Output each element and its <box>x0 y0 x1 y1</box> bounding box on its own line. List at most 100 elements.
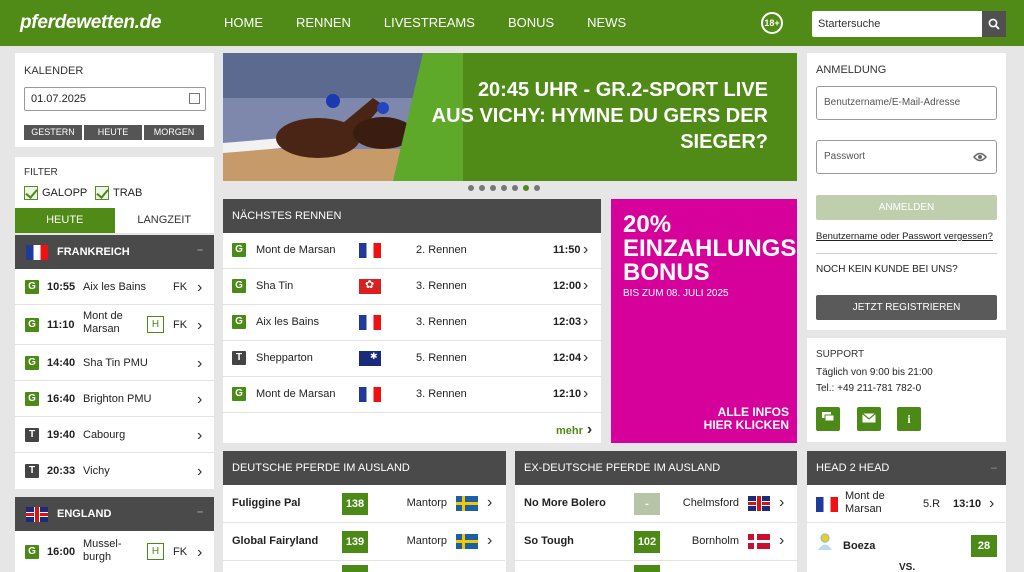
race-number: 3. Rennen <box>416 280 467 292</box>
trab-checkbox[interactable]: TRAB <box>95 186 142 200</box>
period-tabs: HEUTE LANGZEIT <box>15 208 214 233</box>
carousel-dot[interactable] <box>479 185 485 191</box>
date-buttons: GESTERN HEUTE MORGEN <box>24 125 204 140</box>
collapse-icon[interactable]: – <box>197 506 203 518</box>
galopp-icon: G <box>232 387 246 401</box>
nav-news[interactable]: NEWS <box>587 15 626 30</box>
h2h-race: 5.R <box>923 498 941 510</box>
collapse-icon[interactable]: – <box>197 244 203 256</box>
german-horses-abroad-list: Fuliggine Pal 138 Mantorp Global Fairyla… <box>223 485 506 572</box>
carousel-dot-active[interactable] <box>523 185 529 191</box>
list-item[interactable]: G 16:00 Mussel-burgh H FK <box>15 531 214 572</box>
nav-bonus[interactable]: BONUS <box>508 15 554 30</box>
race-venue: Sha Tin <box>256 280 294 292</box>
table-row[interactable]: G Mont de Marsan 2. Rennen 11:50 <box>223 233 601 269</box>
eye-icon[interactable] <box>973 152 987 162</box>
h2h-horse-row[interactable]: Boeza 28 <box>807 523 1006 563</box>
galopp-checkbox[interactable]: GALOPP <box>24 186 87 200</box>
hong-kong-flag-icon <box>359 279 381 294</box>
table-row[interactable]: T Shepparton 5. Rennen 12:04 <box>223 341 601 377</box>
list-item[interactable]: T 19:40 Cabourg <box>15 417 214 453</box>
galopp-icon: G <box>232 243 246 257</box>
handicap-badge: H <box>147 543 164 560</box>
nav-livestreams[interactable]: LIVESTREAMS <box>384 15 475 30</box>
list-item[interactable]: G 14:40 Sha Tin PMU <box>15 345 214 381</box>
list-item[interactable]: G 10:55 Aix les Bains FK <box>15 269 214 305</box>
register-button[interactable]: JETZT REGISTRIEREN <box>816 295 997 320</box>
list-item[interactable]: G 16:40 Brighton PMU <box>15 381 214 417</box>
more-link[interactable]: mehr <box>556 421 592 439</box>
carousel-dot[interactable] <box>512 185 518 191</box>
chevron-right-icon <box>197 355 202 373</box>
support-phone[interactable]: Tel.: +49 211-781 782-0 <box>816 383 921 394</box>
tomorrow-button[interactable]: MORGEN <box>144 125 204 140</box>
tab-langzeit[interactable]: LANGZEIT <box>114 208 214 233</box>
promo-percent: 20% <box>623 211 672 238</box>
login-button[interactable]: ANMELDEN <box>816 195 997 220</box>
table-row[interactable]: G Aix les Bains 3. Rennen 12:03 <box>223 305 601 341</box>
chevron-right-icon <box>487 532 492 550</box>
chevron-right-icon <box>583 349 588 367</box>
trab-label: TRAB <box>113 186 143 199</box>
hero-banner[interactable]: 20:45 UHR - GR.2-SPORT LIVE AUS VICHY: H… <box>223 53 797 181</box>
list-item[interactable]: T 20:33 Vichy <box>15 453 214 489</box>
chevron-right-icon <box>197 279 202 297</box>
nav-home[interactable]: HOME <box>224 15 263 30</box>
uk-flag-icon <box>748 496 770 511</box>
carousel-dot[interactable] <box>490 185 496 191</box>
search-button[interactable] <box>982 11 1006 37</box>
deposit-bonus-promo[interactable]: 20% EINZAHLUNGS BONUS BIS ZUM 08. JULI 2… <box>611 199 797 443</box>
starter-search-input[interactable] <box>812 11 980 37</box>
login-panel: ANMELDUNG Benutzername/E-Mail-Adresse Pa… <box>807 53 1006 330</box>
race-venue: Vichy <box>83 465 110 477</box>
jockey-silk-icon <box>818 533 832 550</box>
forgot-link[interactable]: Benutzername oder Passwort vergessen? <box>816 231 993 242</box>
table-row[interactable]: Global Fairyland 139 Mantorp <box>223 523 505 561</box>
uk-flag-icon <box>26 507 48 522</box>
table-row[interactable]: Fuliggine Pal 138 Mantorp <box>223 485 505 523</box>
next-races-list: G Mont de Marsan 2. Rennen 11:50 G Sha T… <box>223 233 601 443</box>
table-row[interactable]: G Mont de Marsan 3. Rennen 12:10 <box>223 377 601 413</box>
country-header-frankreich[interactable]: FRANKREICH – <box>15 235 214 269</box>
race-list-england: G 16:00 Mussel-burgh H FK <box>15 531 214 572</box>
today-button[interactable]: HEUTE <box>84 125 142 140</box>
login-label: ANMELDUNG <box>816 64 887 76</box>
carousel-dot[interactable] <box>468 185 474 191</box>
chevron-right-icon <box>197 317 202 335</box>
promo-cta-1: ALLE INFOS <box>717 405 789 419</box>
date-field[interactable]: 01.07.2025 <box>24 87 206 111</box>
race-kind: FK <box>173 319 188 331</box>
carousel-dot[interactable] <box>534 185 540 191</box>
site-logo[interactable]: pferdewetten.de <box>20 12 162 34</box>
mail-icon[interactable] <box>857 407 881 431</box>
list-item[interactable]: G 11:10 Mont de Marsan H FK <box>15 305 214 345</box>
promo-until: BIS ZUM 08. JULI 2025 <box>623 288 729 299</box>
nav-rennen[interactable]: RENNEN <box>296 15 351 30</box>
race-time: 20:33 <box>47 465 76 477</box>
calendar-icon[interactable] <box>189 93 200 104</box>
collapse-icon[interactable]: – <box>991 451 997 485</box>
calendar-label: KALENDER <box>24 65 84 77</box>
country-header-england[interactable]: ENGLAND – <box>15 497 214 531</box>
support-hours: Täglich von 9:00 bis 21:00 <box>816 367 933 378</box>
sweden-flag-icon <box>456 534 478 549</box>
yesterday-button[interactable]: GESTERN <box>24 125 82 140</box>
galopp-icon: G <box>25 545 39 559</box>
username-field[interactable]: Benutzername/E-Mail-Adresse <box>816 86 997 120</box>
tab-heute[interactable]: HEUTE <box>15 208 115 233</box>
info-icon[interactable]: i <box>897 407 921 431</box>
chat-icon[interactable] <box>816 407 840 431</box>
password-field[interactable]: Passwort <box>816 140 997 174</box>
chevron-right-icon <box>197 427 202 445</box>
table-row[interactable]: So Tough 102 Bornholm <box>515 523 797 561</box>
filter-label: FILTER <box>24 167 58 178</box>
race-time: 16:00 <box>47 546 76 558</box>
table-row[interactable]: No More Bolero - Chelmsford <box>515 485 797 523</box>
table-row[interactable]: G Sha Tin 3. Rennen 12:00 <box>223 269 601 305</box>
support-panel: SUPPORT Täglich von 9:00 bis 21:00 Tel.:… <box>807 338 1006 442</box>
banner-line-1: 20:45 UHR - GR.2-SPORT LIVE <box>477 79 768 101</box>
h2h-race-row[interactable]: Mont de Marsan 5.R 13:10 <box>807 485 1006 523</box>
carousel-dot[interactable] <box>501 185 507 191</box>
race-venue: Mont de Marsan <box>256 244 336 256</box>
password-placeholder: Passwort <box>824 151 866 162</box>
